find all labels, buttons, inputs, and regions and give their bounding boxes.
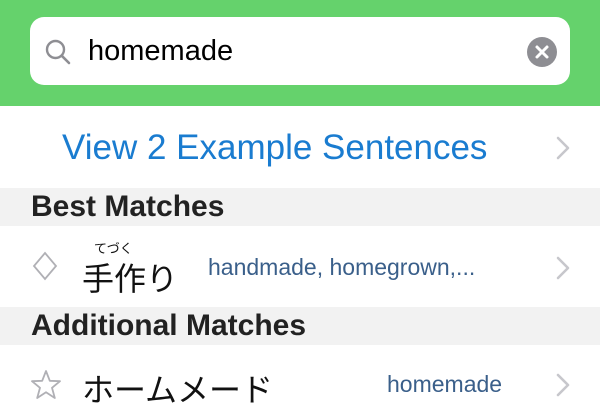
result-meaning: handmade, homegrown,... (208, 254, 476, 280)
result-word: ホームメード (82, 371, 274, 409)
star-icon[interactable] (30, 369, 62, 401)
section-title: Additional Matches (31, 309, 307, 342)
result-row[interactable]: てづく 手作り handmade, homegrown,... (0, 226, 600, 306)
result-meaning: homemade (387, 371, 503, 397)
chevron-right-icon (556, 373, 570, 397)
result-word: 手作り (82, 260, 179, 298)
search-input[interactable] (88, 22, 508, 80)
chevron-right-icon (556, 136, 570, 160)
chevron-right-icon (556, 256, 570, 280)
diamond-icon[interactable] (32, 251, 58, 281)
section-title: Best Matches (31, 190, 225, 223)
result-row[interactable]: ホームメード homemade (0, 345, 600, 409)
clear-search-icon[interactable] (527, 37, 557, 67)
example-sentences-row[interactable]: View 2 Example Sentences (0, 108, 600, 188)
section-header-best-matches: Best Matches (0, 188, 600, 226)
example-sentences-link[interactable]: View 2 Example Sentences (62, 128, 487, 168)
section-header-additional-matches: Additional Matches (0, 307, 600, 345)
search-icon (45, 39, 71, 65)
search-bar (0, 0, 600, 106)
